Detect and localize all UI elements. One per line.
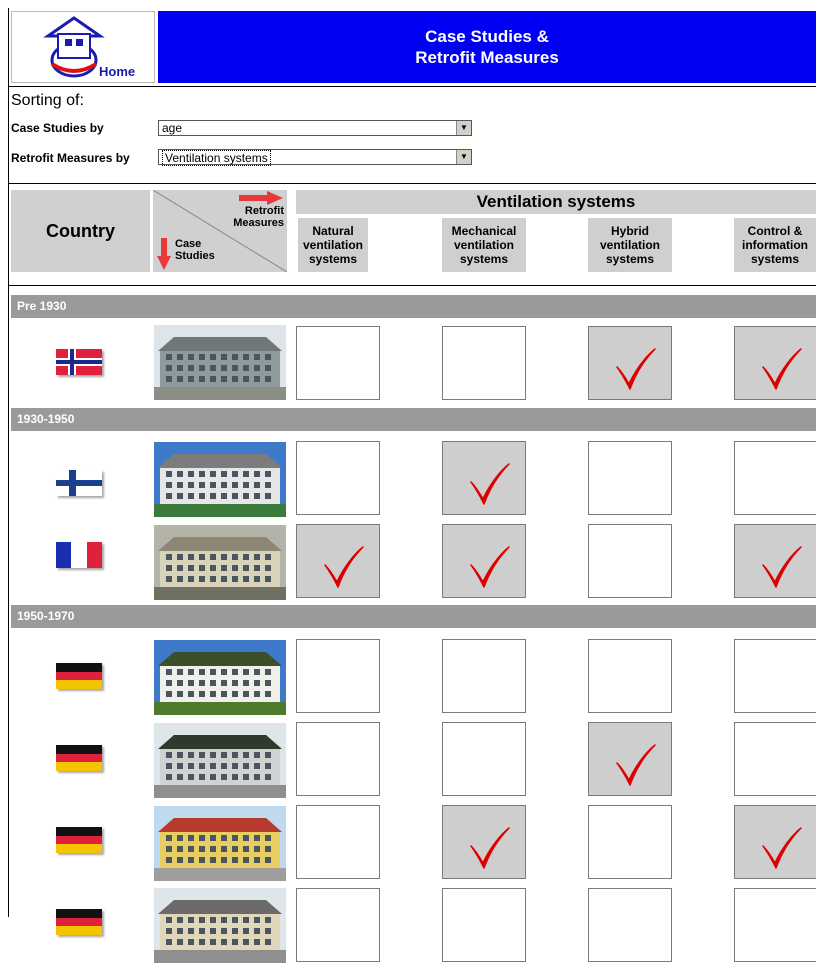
measure-cell-empty[interactable] xyxy=(296,722,380,796)
retrofit-sort-select[interactable]: Ventilation systems ▼ xyxy=(158,149,472,166)
measure-cell-empty[interactable] xyxy=(588,524,672,598)
divider xyxy=(9,285,816,286)
home-label[interactable]: Home xyxy=(99,64,135,79)
column-header-text: ventilation xyxy=(453,238,514,252)
measure-cell-empty[interactable] xyxy=(734,639,816,713)
case-sort-value: age xyxy=(162,121,183,135)
age-group-header: Pre 1930 xyxy=(11,295,816,318)
germany-flag-icon xyxy=(56,663,102,689)
home-logo-link[interactable]: Home xyxy=(11,11,155,83)
chevron-down-icon[interactable]: ▼ xyxy=(456,121,471,135)
measure-cell-empty[interactable] xyxy=(296,888,380,962)
measure-cell-empty[interactable] xyxy=(588,639,672,713)
page-title-line-2: Retrofit Measures xyxy=(415,48,559,67)
measure-cell-checked[interactable] xyxy=(296,524,380,598)
right-arrow-icon xyxy=(239,191,283,205)
column-header-2: Hybrid ventilation systems xyxy=(588,218,672,272)
column-header-text: information xyxy=(742,238,808,252)
column-header-0: Natural ventilation systems xyxy=(298,218,368,272)
case-sort-label: Case Studies by xyxy=(11,121,104,135)
country-column-header: Country xyxy=(11,190,150,272)
case-studies-label: Case Studies xyxy=(175,238,215,262)
case-study-photo[interactable] xyxy=(154,888,286,963)
case-study-photo[interactable] xyxy=(154,525,286,600)
column-header-text: ventilation xyxy=(599,238,660,252)
measure-cell-checked[interactable] xyxy=(734,524,816,598)
column-header-text: Natural xyxy=(312,224,354,238)
measure-cell-empty[interactable] xyxy=(734,722,816,796)
retrofit-label-line-1: Retrofit xyxy=(244,205,284,217)
checkmark-icon xyxy=(616,744,656,786)
retrofit-vs-case-header: Retrofit Measures Case Studies xyxy=(153,190,287,272)
checkmark-icon xyxy=(616,348,656,390)
chevron-down-icon[interactable]: ▼ xyxy=(456,150,471,164)
case-label-line-1: Case xyxy=(175,238,202,250)
norway-flag-icon xyxy=(56,349,102,375)
checkmark-icon xyxy=(470,827,510,869)
checkmark-icon xyxy=(762,546,802,588)
divider xyxy=(9,86,816,87)
case-sort-select[interactable]: age ▼ xyxy=(158,120,472,136)
measure-cell-checked[interactable] xyxy=(442,441,526,515)
ventilation-systems-header: Ventilation systems xyxy=(296,190,816,214)
column-header-text: Hybrid xyxy=(610,224,649,238)
measure-cell-empty[interactable] xyxy=(442,888,526,962)
germany-flag-icon xyxy=(56,827,102,853)
measure-cell-empty[interactable] xyxy=(734,888,816,962)
measure-cell-empty[interactable] xyxy=(296,326,380,400)
case-study-photo[interactable] xyxy=(154,806,286,881)
case-label-line-2: Studies xyxy=(175,250,215,262)
measure-cell-checked[interactable] xyxy=(734,805,816,879)
column-header-text: Mechanical xyxy=(451,224,517,238)
checkmark-icon xyxy=(762,348,802,390)
measure-cell-empty[interactable] xyxy=(734,441,816,515)
germany-flag-icon xyxy=(56,745,102,771)
age-group-header: 1950-1970 xyxy=(11,605,816,628)
checkmark-icon xyxy=(324,546,364,588)
measure-cell-empty[interactable] xyxy=(296,805,380,879)
page-title-line-1: Case Studies & xyxy=(425,27,549,46)
column-header-text: Control & xyxy=(747,224,803,238)
down-arrow-icon xyxy=(157,238,171,270)
age-group-header: 1930-1950 xyxy=(11,408,816,431)
measure-cell-empty[interactable] xyxy=(588,805,672,879)
divider xyxy=(9,183,816,184)
column-header-1: Mechanical ventilation systems xyxy=(442,218,526,272)
measure-cell-empty[interactable] xyxy=(442,639,526,713)
measure-cell-empty[interactable] xyxy=(296,639,380,713)
column-header-text: systems xyxy=(750,252,800,266)
measure-cell-checked[interactable] xyxy=(588,722,672,796)
measure-cell-checked[interactable] xyxy=(734,326,816,400)
case-study-photo[interactable] xyxy=(154,325,286,400)
measure-cell-empty[interactable] xyxy=(442,722,526,796)
measure-cell-empty[interactable] xyxy=(588,888,672,962)
checkmark-icon xyxy=(762,827,802,869)
germany-flag-icon xyxy=(56,909,102,935)
checkmark-icon xyxy=(470,546,510,588)
retrofit-sort-label: Retrofit Measures by xyxy=(11,151,130,165)
measure-cell-checked[interactable] xyxy=(588,326,672,400)
retrofit-sort-value: Ventilation systems xyxy=(162,150,271,166)
finland-flag-icon xyxy=(56,470,102,496)
measure-cell-empty[interactable] xyxy=(442,326,526,400)
page-frame xyxy=(8,8,9,917)
measure-cell-empty[interactable] xyxy=(296,441,380,515)
measure-cell-checked[interactable] xyxy=(442,524,526,598)
sorting-heading: Sorting of: xyxy=(11,92,84,109)
column-header-text: systems xyxy=(459,252,509,266)
measure-cell-checked[interactable] xyxy=(442,805,526,879)
measure-cell-empty[interactable] xyxy=(588,441,672,515)
france-flag-icon xyxy=(56,542,102,568)
column-header-3: Control & information systems xyxy=(734,218,816,272)
page-title-bar: Case Studies & Retrofit Measures xyxy=(158,11,816,83)
case-study-photo[interactable] xyxy=(154,640,286,715)
column-header-text: systems xyxy=(308,252,358,266)
retrofit-measures-label: Retrofit Measures xyxy=(233,205,284,229)
case-study-photo[interactable] xyxy=(154,723,286,798)
column-header-text: ventilation xyxy=(302,238,363,252)
retrofit-label-line-2: Measures xyxy=(233,217,284,229)
checkmark-icon xyxy=(470,463,510,505)
column-header-text: systems xyxy=(605,252,655,266)
case-study-photo[interactable] xyxy=(154,442,286,517)
